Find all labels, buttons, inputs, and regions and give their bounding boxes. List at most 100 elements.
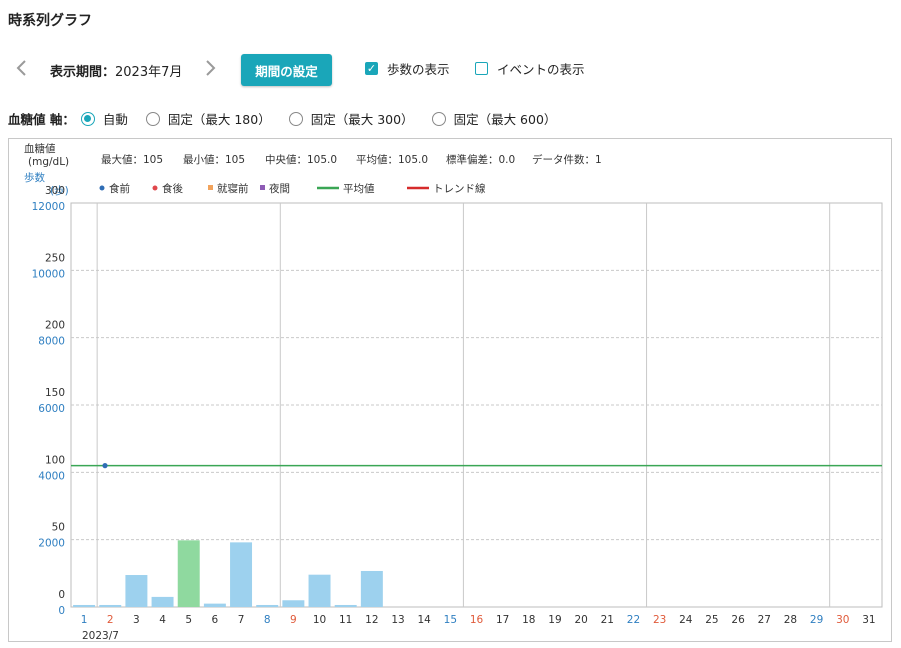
page-title: 時系列グラフ <box>8 13 92 29</box>
y-tick-label: 200 <box>45 320 65 332</box>
y2-tick-label: 4000 <box>38 470 65 482</box>
y-tick-label: 100 <box>45 454 65 466</box>
stat-mean: 平均値：105.0 <box>356 153 428 166</box>
radio-icon[interactable] <box>80 111 95 126</box>
steps-bar <box>256 604 279 607</box>
y2-tick-label: 10000 <box>32 268 65 280</box>
chevron-left-icon[interactable] <box>14 58 28 81</box>
x-tick-label: 23 <box>653 614 666 626</box>
y-tick-label: 50 <box>52 522 65 534</box>
steps-bar <box>73 604 96 607</box>
axis-option-label: 固定（最大 300） <box>310 112 414 127</box>
axis-setting-label: 血糖値 軸： <box>8 112 75 127</box>
x-tick-label: 31 <box>862 614 875 626</box>
steps-bar <box>308 574 331 607</box>
legend-label: 夜間 <box>269 182 290 195</box>
x-tick-label: 27 <box>758 614 771 626</box>
x-tick-label: 15 <box>444 614 457 626</box>
steps-bar <box>203 603 226 607</box>
x-tick-label: 25 <box>705 614 718 626</box>
radio-icon[interactable] <box>288 111 303 126</box>
legend-label: 就寝前 <box>217 182 249 195</box>
x-tick-label: 18 <box>522 614 535 626</box>
steps-checkbox[interactable] <box>365 62 378 75</box>
steps-bar <box>99 604 122 607</box>
x-tick-label: 30 <box>836 614 849 626</box>
x-tick-label: 17 <box>496 614 509 626</box>
x-tick-label: 3 <box>133 614 140 626</box>
legend-marker <box>208 185 213 190</box>
chart-panel: 血糖値 (mg/dL) 歩数 (歩) 最大値：105 最小値：105 中央値：105.0 平均… <box>8 138 892 642</box>
x-tick-label: 7 <box>238 614 245 626</box>
legend-marker <box>260 185 265 190</box>
x-tick-label: 26 <box>731 614 745 626</box>
axis-option-600[interactable]: 固定（最大 600） <box>431 109 557 128</box>
x-month-label: 2023/7 <box>82 630 119 641</box>
y2-tick-label: 8000 <box>38 336 65 348</box>
events-toggle[interactable]: イベントの表示 <box>475 59 585 78</box>
steps-bar <box>282 600 305 607</box>
steps-bar <box>177 540 200 607</box>
legend-label: トレンド線 <box>433 182 486 195</box>
chevron-right-icon[interactable] <box>204 58 218 81</box>
steps-bar <box>125 575 148 607</box>
y2-tick-label: 6000 <box>38 403 65 415</box>
x-tick-label: 1 <box>81 614 88 626</box>
x-tick-label: 2 <box>107 614 114 626</box>
axis-option-label: 自動 <box>102 112 128 127</box>
period-label: 表示期間： <box>50 65 116 80</box>
period-settings-button[interactable]: 期間の設定 <box>241 54 332 86</box>
steps-toggle-label: 歩数の表示 <box>387 62 450 77</box>
radio-icon[interactable] <box>431 111 446 126</box>
x-tick-label: 13 <box>391 614 404 626</box>
x-tick-label: 4 <box>159 614 166 626</box>
x-tick-label: 20 <box>574 614 587 626</box>
x-tick-label: 29 <box>810 614 823 626</box>
y2-axis-title: 歩数 <box>24 171 45 184</box>
y2-tick-label: 0 <box>58 605 65 617</box>
axis-option-300[interactable]: 固定（最大 300） <box>288 109 414 128</box>
period-display: 表示期間：2023年7月 <box>50 61 182 80</box>
stat-sd: 標準偏差：0.0 <box>446 153 515 166</box>
x-tick-label: 8 <box>264 614 271 626</box>
stat-count: データ件数：1 <box>532 153 602 166</box>
axis-option-auto[interactable]: 自動 <box>80 109 128 128</box>
x-tick-label: 16 <box>470 614 484 626</box>
stat-max: 最大値：105 <box>101 153 163 166</box>
steps-toggle[interactable]: 歩数の表示 <box>365 59 450 78</box>
legend-marker <box>152 185 158 191</box>
x-tick-label: 22 <box>627 614 640 626</box>
y-tick-label: 150 <box>45 387 65 399</box>
axis-option-180[interactable]: 固定（最大 180） <box>145 109 271 128</box>
stat-min: 最小値：105 <box>183 153 245 166</box>
legend-label: 食後 <box>162 182 183 195</box>
x-tick-label: 21 <box>601 614 614 626</box>
axis-option-label: 固定（最大 180） <box>167 112 271 127</box>
events-checkbox[interactable] <box>475 62 488 75</box>
y-axis-title: 血糖値 <box>24 142 56 155</box>
y-axis-unit: (mg/dL) <box>28 156 69 168</box>
x-tick-label: 12 <box>365 614 378 626</box>
legend-marker <box>99 185 105 191</box>
x-tick-label: 24 <box>679 614 693 626</box>
y-tick-label: 0 <box>58 589 65 601</box>
period-value: 2023年7月 <box>115 65 183 80</box>
x-tick-label: 28 <box>784 614 797 626</box>
y-tick-label: 250 <box>45 252 65 264</box>
stat-median: 中央値：105.0 <box>265 153 337 166</box>
y2-tick-label: 2000 <box>38 538 65 550</box>
x-tick-label: 5 <box>185 614 192 626</box>
x-tick-label: 19 <box>548 614 561 626</box>
y-tick-label: 300 <box>45 185 65 197</box>
time-series-chart: 血糖値(mg/dL)歩数(歩)最大値：105 最小値：105 中央値：105.0 平均… <box>24 142 883 642</box>
legend-label: 平均値 <box>343 182 375 195</box>
axis-option-label: 固定（最大 600） <box>453 112 557 127</box>
legend-label: 食前 <box>109 182 130 195</box>
steps-bar <box>360 570 383 607</box>
x-tick-label: 6 <box>212 614 219 626</box>
axis-setting: 血糖値 軸： 自動 固定（最大 180） 固定（最大 300） 固定（最大 60… <box>8 109 574 128</box>
events-toggle-label: イベントの表示 <box>497 62 585 77</box>
steps-bar <box>230 542 253 607</box>
radio-icon[interactable] <box>145 111 160 126</box>
x-tick-label: 11 <box>339 614 352 626</box>
